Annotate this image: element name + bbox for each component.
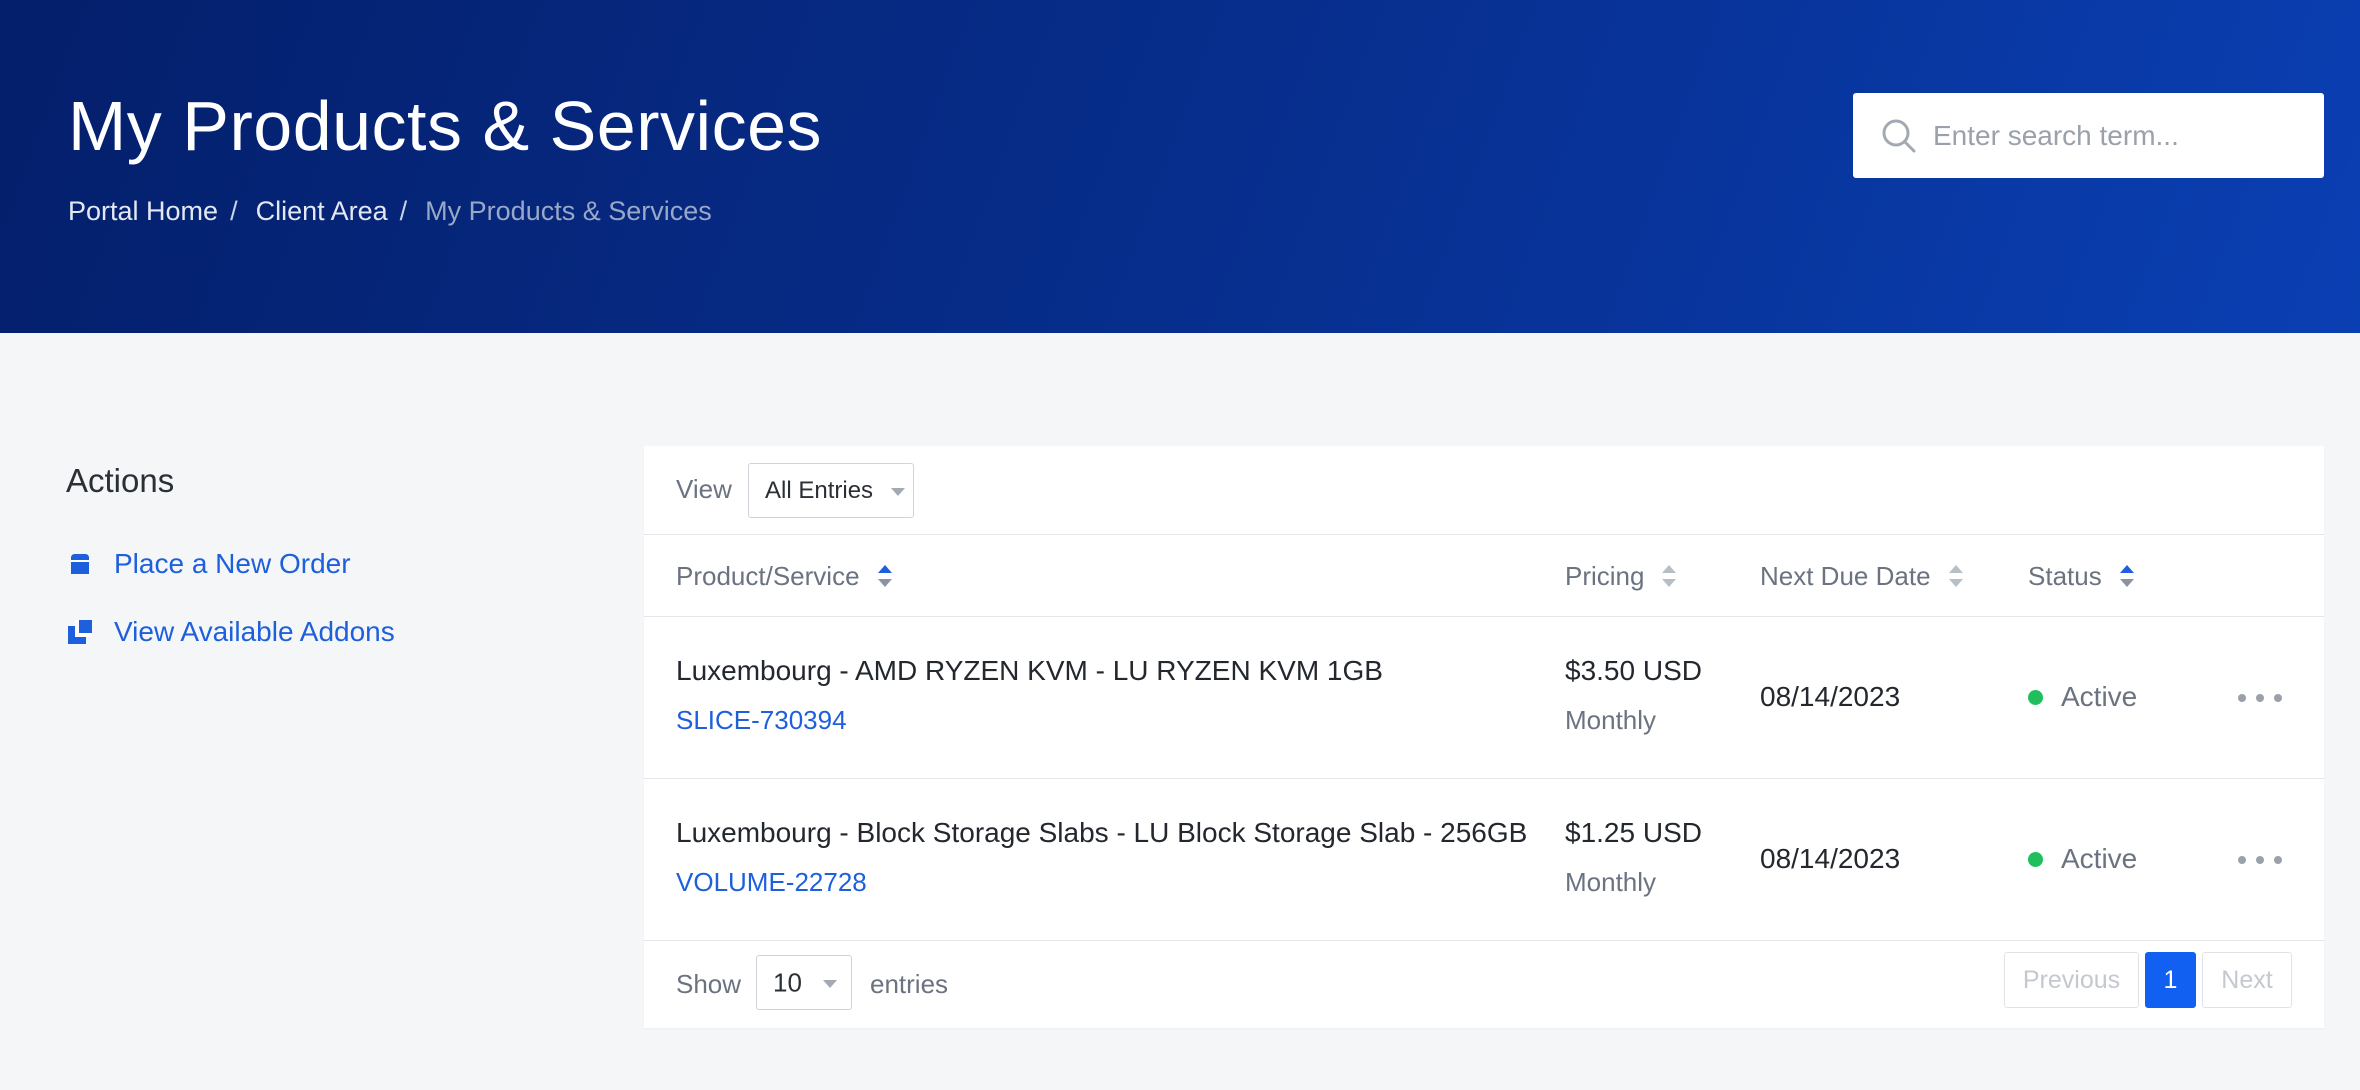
column-next-due-date[interactable]: Next Due Date	[1760, 535, 1963, 617]
table-row[interactable]: Luxembourg - AMD RYZEN KVM - LU RYZEN KV…	[644, 617, 2324, 779]
products-table-panel: View All Entries Product/Service Pricing…	[644, 446, 2324, 1028]
product-name: Luxembourg - Block Storage Slabs - LU Bl…	[676, 817, 1528, 848]
pagination-previous-button[interactable]: Previous	[2004, 952, 2139, 1008]
place-new-order-link[interactable]: Place a New Order	[66, 548, 351, 580]
search-input[interactable]	[1933, 93, 2313, 178]
search-box	[1853, 93, 2324, 178]
chevron-down-icon	[823, 979, 837, 988]
billing-cycle: Monthly	[1565, 705, 1657, 735]
sort-icon	[877, 563, 892, 589]
actions-heading: Actions	[66, 462, 175, 499]
status-dot-icon	[2028, 689, 2043, 705]
status-dot-icon	[2028, 851, 2043, 867]
next-due-date: 08/14/2023	[1760, 843, 1901, 874]
view-addons-link[interactable]: View Available Addons	[66, 616, 395, 648]
view-filter-select[interactable]: All Entries	[748, 463, 914, 518]
chevron-down-icon	[891, 487, 905, 496]
status-badge: Active	[2028, 681, 2137, 713]
view-filter-bar: View All Entries	[644, 446, 2324, 535]
table-footer: Show 10 entries Previous 1 Next	[644, 941, 2324, 1028]
search-icon	[1882, 119, 1916, 153]
page-length-value: 10	[773, 967, 802, 997]
table-row[interactable]: Luxembourg - Block Storage Slabs - LU Bl…	[644, 779, 2324, 941]
column-status[interactable]: Status	[2028, 535, 2134, 617]
view-label: View	[676, 474, 732, 504]
page-header: My Products & Services Portal Home / Cli…	[0, 0, 2360, 333]
status-text: Active	[2061, 681, 2138, 712]
breadcrumb-separator: /	[399, 196, 408, 226]
column-label: Product/Service	[676, 560, 860, 591]
sort-icon	[1662, 563, 1677, 589]
place-new-order-label: Place a New Order	[114, 548, 351, 579]
pagination-page-1-button[interactable]: 1	[2145, 952, 2196, 1008]
status-text: Active	[2061, 843, 2138, 874]
column-pricing[interactable]: Pricing	[1565, 535, 1677, 617]
page-length-select[interactable]: 10	[756, 955, 852, 1010]
breadcrumb-portal-home[interactable]: Portal Home	[68, 196, 218, 227]
table-header: Product/Service Pricing Next Due Date St…	[644, 535, 2324, 617]
breadcrumb-client-area[interactable]: Client Area	[256, 196, 388, 227]
more-options-button[interactable]	[2230, 683, 2290, 713]
column-product-service[interactable]: Product/Service	[676, 535, 892, 617]
product-id-link[interactable]: VOLUME-22728	[676, 867, 867, 898]
product-id-link[interactable]: SLICE-730394	[676, 705, 847, 736]
sort-icon	[2119, 563, 2134, 589]
column-label: Pricing	[1565, 560, 1645, 591]
pagination-next-button[interactable]: Next	[2202, 952, 2292, 1008]
breadcrumb: Portal Home / Client Area / My Products …	[68, 196, 712, 227]
product-name: Luxembourg - AMD RYZEN KVM - LU RYZEN KV…	[676, 655, 1383, 686]
column-label: Next Due Date	[1760, 560, 1931, 591]
sort-icon	[1948, 563, 1963, 589]
view-addons-label: View Available Addons	[114, 616, 395, 647]
next-due-date: 08/14/2023	[1760, 681, 1901, 712]
addons-icon	[68, 620, 92, 644]
product-price: $3.50 USD	[1565, 655, 1702, 686]
shopping-bag-icon	[71, 554, 89, 574]
column-label: Status	[2028, 560, 2102, 591]
status-badge: Active	[2028, 843, 2137, 875]
view-filter-value: All Entries	[765, 476, 874, 504]
billing-cycle: Monthly	[1565, 867, 1657, 897]
more-options-button[interactable]	[2230, 845, 2290, 875]
product-price: $1.25 USD	[1565, 817, 1702, 848]
breadcrumb-current: My Products & Services	[425, 196, 712, 226]
entries-label: entries	[870, 969, 949, 999]
breadcrumb-separator: /	[230, 196, 238, 226]
show-label: Show	[676, 969, 742, 999]
page-title: My Products & Services	[68, 87, 822, 165]
